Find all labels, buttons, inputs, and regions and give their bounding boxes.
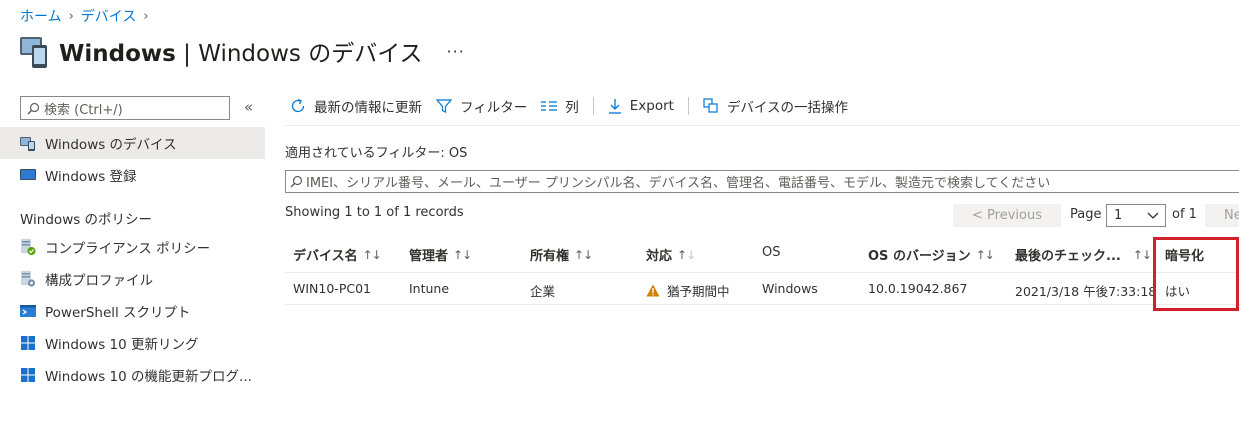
previous-page-button[interactable]: < Previous (953, 204, 1061, 227)
sort-icon: ↑↓ (453, 247, 472, 262)
column-header-managed-by[interactable]: 管理者 ↑↓ (409, 245, 472, 265)
sidebar-item-powershell[interactable]: PowerShell スクリプト (0, 295, 265, 327)
applied-filter-text: 適用されているフィルター: OS (285, 146, 468, 161)
columns-button[interactable]: 列 (541, 96, 579, 116)
column-header-os[interactable]: OS (762, 245, 780, 260)
breadcrumb-home[interactable]: ホーム (20, 6, 62, 26)
cell-os-version: 10.0.19042.867 (868, 281, 968, 296)
chevron-right-icon: › (68, 8, 74, 24)
column-header-last-check-in[interactable]: 最後のチェック... ↑↓ (1015, 245, 1152, 265)
device-search-input[interactable]: IMEI、シリアル番号、メール、ユーザー プリンシパル名、デバイス名、管理名、電… (285, 170, 1239, 193)
toolbar-divider (687, 97, 689, 115)
sidebar-search-input[interactable]: 検索 (Ctrl+/) (20, 96, 230, 120)
search-icon (290, 175, 303, 188)
column-header-os-version[interactable]: OS のバージョン ↑↓ (868, 245, 995, 265)
sidebar-item-update-rings[interactable]: Windows 10 更新リング (0, 327, 265, 359)
page-total: of 1 (1172, 207, 1197, 222)
sidebar-section-title: Windows のポリシー (20, 212, 153, 228)
refresh-button[interactable]: 最新の情報に更新 (290, 96, 422, 116)
page-title: Windows | Windows のデバイス (59, 41, 423, 67)
sidebar-item-windows-devices[interactable]: Windows のデバイス (0, 127, 265, 159)
filter-button[interactable]: フィルター (436, 96, 527, 116)
collapse-sidebar-icon[interactable]: « (244, 98, 253, 116)
sort-icon: ↑↓ (362, 247, 382, 262)
breadcrumb-devices[interactable]: デバイス (81, 6, 137, 26)
sort-icon: ↑↓ (677, 247, 696, 262)
column-header-device-name[interactable]: デバイス名 ↑↓ (293, 245, 382, 265)
cell-last-check-in: 2021/3/18 午後7:33:18 (1015, 284, 1157, 299)
column-header-ownership[interactable]: 所有権 ↑↓ (530, 245, 593, 265)
columns-icon (541, 101, 558, 111)
search-icon (27, 102, 40, 114)
chevron-down-icon (1147, 212, 1159, 219)
windows-logo-icon (20, 335, 36, 351)
sidebar-item-windows-enrollment[interactable]: Windows 登録 (0, 159, 265, 191)
sort-icon: ↑↓ (574, 247, 593, 262)
encryption-highlight-box (1153, 237, 1239, 311)
compliance-icon (20, 239, 36, 255)
enrollment-icon (20, 167, 36, 183)
warning-icon (646, 284, 660, 297)
cell-managed-by: Intune (409, 281, 450, 296)
page-select[interactable]: 1 (1106, 204, 1166, 227)
breadcrumb: ホーム › デバイス › (20, 6, 156, 26)
cell-ownership: 企業 (530, 284, 556, 299)
chevron-right-icon: › (143, 8, 149, 24)
page-label: Page (1070, 207, 1102, 222)
sidebar-item-feature-updates[interactable]: Windows 10 の機能更新プログ... (0, 359, 265, 391)
column-header-compliance[interactable]: 対応 ↑↓ (646, 245, 696, 265)
sort-icon: ↑↓ (1132, 247, 1152, 262)
sidebar-item-config-profiles[interactable]: 構成プロファイル (0, 263, 265, 295)
windows-logo-icon (20, 367, 36, 383)
config-profile-icon (20, 271, 36, 287)
refresh-icon (291, 98, 305, 113)
bulk-actions-button[interactable]: デバイスの一括操作 (703, 96, 848, 116)
records-count: Showing 1 to 1 of 1 records (285, 205, 464, 220)
table-header-divider (285, 272, 1239, 273)
toolbar-divider (592, 97, 594, 115)
bulk-actions-icon (703, 98, 718, 113)
next-page-button[interactable]: Ne (1205, 204, 1239, 227)
page-header: Windows | Windows のデバイス ··· (19, 33, 465, 69)
powershell-icon (20, 303, 36, 319)
devices-icon (20, 135, 36, 151)
more-icon[interactable]: ··· (447, 42, 465, 61)
cell-compliance: 猶予期間中 (646, 281, 730, 300)
toolbar: 最新の情報に更新 フィルター 列 Export デバイスの一括操作 (290, 94, 862, 118)
filter-icon (436, 99, 452, 113)
toolbar-divider-line (285, 125, 1239, 126)
sort-icon: ↑↓ (975, 247, 995, 262)
table-row-divider (285, 304, 1239, 305)
download-icon (608, 99, 621, 114)
sidebar-item-compliance[interactable]: コンプライアンス ポリシー (0, 231, 265, 263)
export-button[interactable]: Export (608, 98, 674, 114)
devices-icon (19, 33, 49, 69)
cell-os: Windows (762, 281, 818, 296)
cell-device-name[interactable]: WIN10-PC01 (293, 281, 371, 296)
